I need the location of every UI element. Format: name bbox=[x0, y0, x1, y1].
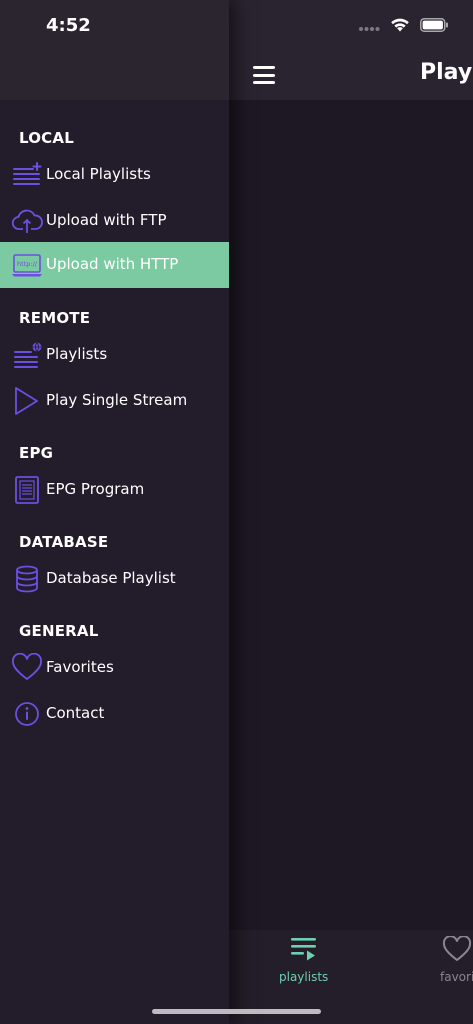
tab-label: playlists bbox=[279, 970, 329, 984]
signal-dots-icon bbox=[358, 17, 380, 36]
menu-item-contact[interactable]: Contact bbox=[0, 691, 229, 737]
battery-icon bbox=[420, 17, 449, 36]
http-icon-text: http:// bbox=[17, 260, 38, 268]
navigation-drawer: 4:52 LOCAL Local Playlists Upload with F… bbox=[0, 0, 229, 1024]
menu-item-label: EPG Program bbox=[46, 480, 145, 498]
drawer-header: 4:52 bbox=[0, 0, 229, 100]
menu-item-upload-http[interactable]: http:// Upload with HTTP bbox=[0, 242, 229, 288]
hamburger-menu-icon[interactable] bbox=[253, 66, 275, 84]
section-title-database: DATABASE bbox=[19, 533, 109, 551]
menu-item-label: Database Playlist bbox=[46, 569, 176, 587]
menu-item-label: Upload with FTP bbox=[46, 211, 167, 229]
main-screen: Playl playlists bbox=[229, 0, 473, 1024]
section-title-local: LOCAL bbox=[19, 129, 74, 147]
menu-item-label: Upload with HTTP bbox=[46, 255, 179, 273]
tab-playlists[interactable]: playlists bbox=[279, 936, 328, 984]
page-title: Playl bbox=[420, 60, 473, 85]
menu-item-epg-program[interactable]: EPG Program bbox=[0, 467, 229, 513]
tab-favorites[interactable]: favori bbox=[440, 935, 473, 984]
heart-icon bbox=[11, 652, 43, 683]
menu-item-label: Contact bbox=[46, 704, 105, 722]
menu-item-local-playlists[interactable]: Local Playlists bbox=[0, 152, 229, 198]
home-indicator[interactable] bbox=[152, 1009, 321, 1014]
info-icon bbox=[11, 699, 43, 729]
section-title-epg: EPG bbox=[19, 444, 54, 462]
section-title-general: GENERAL bbox=[19, 622, 99, 640]
status-time: 4:52 bbox=[46, 15, 91, 36]
status-bar-right bbox=[358, 15, 449, 37]
menu-item-label: Play Single Stream bbox=[46, 391, 188, 409]
heart-icon bbox=[442, 935, 472, 966]
menu-item-play-single-stream[interactable]: Play Single Stream bbox=[0, 378, 229, 424]
menu-item-database-playlist[interactable]: Database Playlist bbox=[0, 556, 229, 602]
http-laptop-icon: http:// bbox=[11, 250, 43, 280]
main-header: Playl bbox=[229, 0, 473, 100]
main-content-area bbox=[229, 100, 473, 930]
section-title-remote: REMOTE bbox=[19, 309, 91, 327]
cloud-upload-icon bbox=[11, 206, 43, 236]
epg-book-icon bbox=[11, 475, 43, 505]
database-icon bbox=[11, 564, 43, 594]
menu-item-label: Favorites bbox=[46, 658, 114, 676]
play-icon bbox=[11, 386, 43, 416]
playlist-icon bbox=[290, 936, 318, 966]
menu-item-label: Local Playlists bbox=[46, 165, 151, 183]
app-root: Playl playlists bbox=[0, 0, 473, 1024]
tab-label: favori bbox=[440, 970, 473, 984]
menu-item-upload-ftp[interactable]: Upload with FTP bbox=[0, 198, 229, 244]
menu-item-label: Playlists bbox=[46, 345, 108, 363]
remote-playlist-icon bbox=[11, 340, 43, 370]
wifi-icon bbox=[390, 17, 410, 36]
local-playlist-icon bbox=[11, 160, 43, 190]
menu-item-playlists[interactable]: Playlists bbox=[0, 332, 229, 378]
menu-item-favorites[interactable]: Favorites bbox=[0, 645, 229, 691]
